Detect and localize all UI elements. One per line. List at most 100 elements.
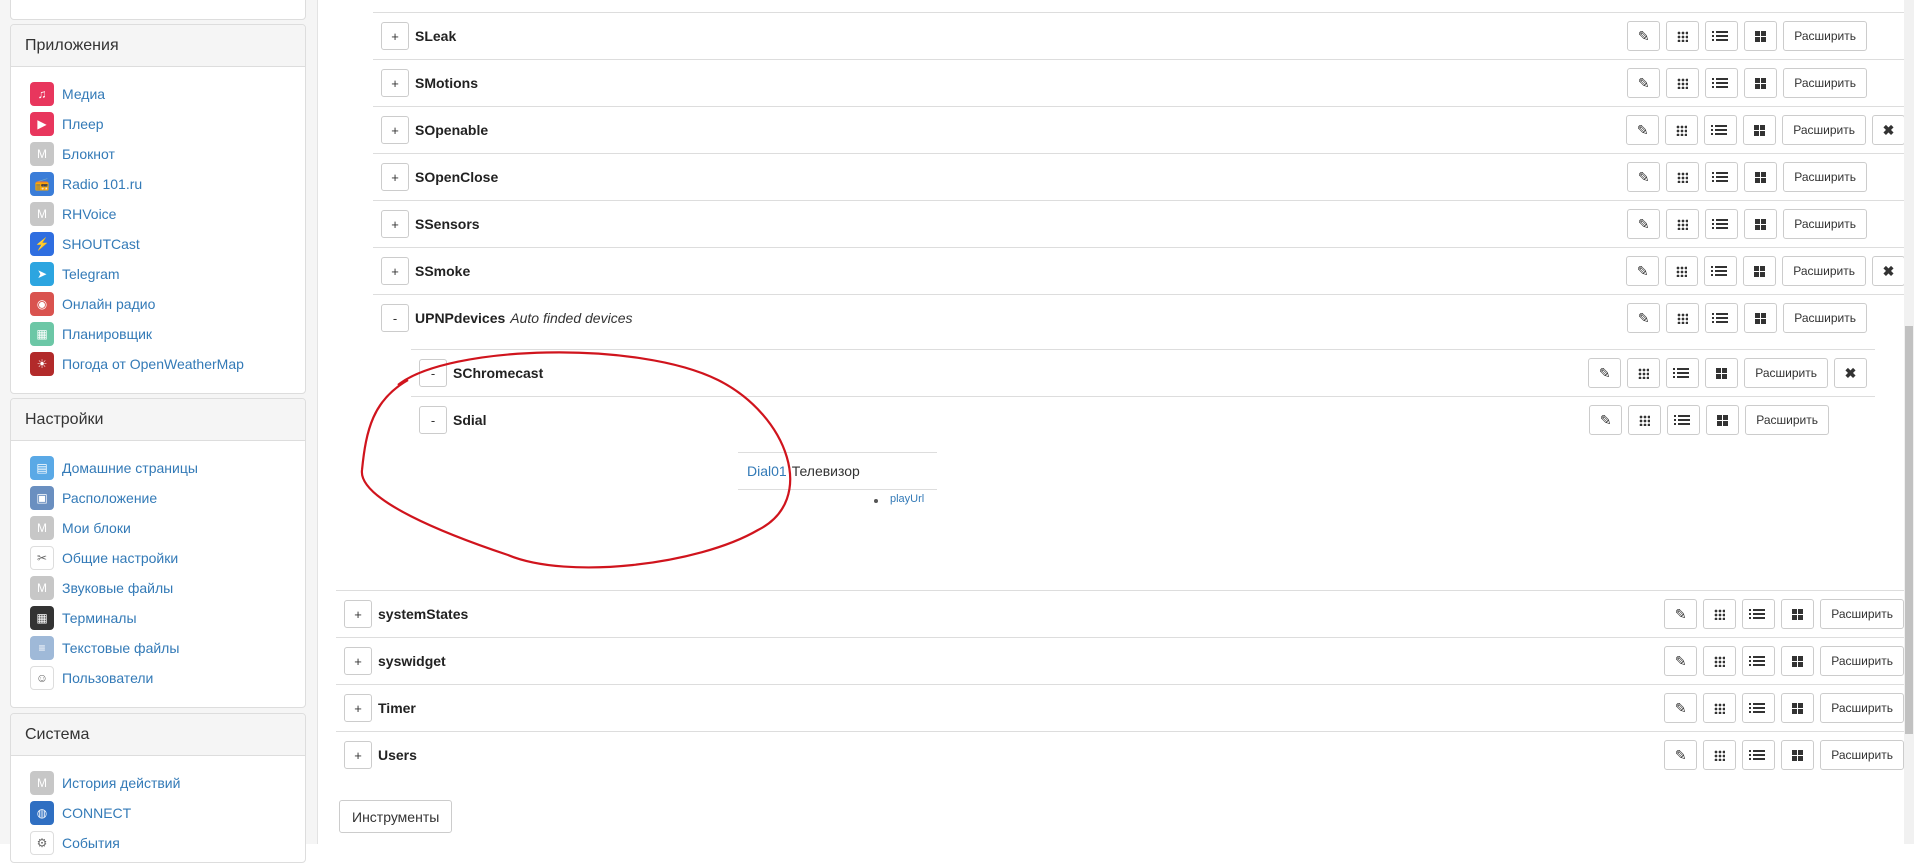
list-view-button[interactable] — [1742, 646, 1776, 676]
edit-button[interactable]: ✎ — [1626, 115, 1660, 145]
list-view-button[interactable] — [1742, 599, 1776, 629]
sidebar-item-system[interactable]: ◍ CONNECT — [11, 798, 305, 828]
expand-toggle-button[interactable]: + — [344, 647, 372, 675]
list-view-button[interactable] — [1705, 209, 1739, 239]
scrollbar-thumb[interactable] — [1905, 326, 1913, 734]
expand-button[interactable]: Расширить — [1783, 209, 1867, 239]
sidebar-item-label[interactable]: Radio 101.ru — [62, 176, 142, 192]
edit-button[interactable]: ✎ — [1664, 646, 1698, 676]
sidebar-item-settings[interactable]: M Звуковые файлы — [11, 573, 305, 603]
list-view-button[interactable] — [1667, 405, 1701, 435]
tiles-view-button[interactable] — [1744, 68, 1778, 98]
sidebar-item-label[interactable]: CONNECT — [62, 805, 131, 821]
sidebar-item-settings[interactable]: ▤ Домашние страницы — [11, 453, 305, 483]
grid-view-button[interactable] — [1627, 358, 1661, 388]
tiles-view-button[interactable] — [1743, 115, 1777, 145]
expand-toggle-button[interactable]: + — [381, 163, 409, 191]
grid-view-button[interactable] — [1628, 405, 1662, 435]
expand-toggle-button[interactable]: + — [381, 69, 409, 97]
expand-toggle-button[interactable]: + — [381, 210, 409, 238]
edit-button[interactable]: ✎ — [1627, 162, 1661, 192]
delete-button[interactable]: ✖ — [1872, 115, 1905, 145]
grid-view-button[interactable] — [1703, 740, 1737, 770]
delete-button[interactable]: ✖ — [1872, 256, 1905, 286]
sidebar-item-label[interactable]: Домашние страницы — [62, 460, 198, 476]
sidebar-item-label[interactable]: Расположение — [62, 490, 157, 506]
sidebar-item-apps[interactable]: M RHVoice — [11, 199, 305, 229]
expand-toggle-button[interactable]: + — [344, 694, 372, 722]
edit-button[interactable]: ✎ — [1664, 693, 1698, 723]
sidebar-item-apps[interactable]: 📻 Radio 101.ru — [11, 169, 305, 199]
sidebar-item-apps[interactable]: ➤ Telegram — [11, 259, 305, 289]
grid-view-button[interactable] — [1703, 693, 1737, 723]
tiles-view-button[interactable] — [1743, 256, 1777, 286]
sidebar-item-label[interactable]: Telegram — [62, 266, 120, 282]
expand-button[interactable]: Расширить — [1783, 21, 1867, 51]
expand-button[interactable]: Расширить — [1820, 740, 1904, 770]
expand-toggle-button[interactable]: + — [381, 257, 409, 285]
expand-toggle-button[interactable]: + — [344, 741, 372, 769]
tiles-view-button[interactable] — [1781, 740, 1815, 770]
sidebar-item-apps[interactable]: ☀ Погода от OpenWeatherMap — [11, 349, 305, 379]
sidebar-item-settings[interactable]: M Мои блоки — [11, 513, 305, 543]
sidebar-item-label[interactable]: Погода от OpenWeatherMap — [62, 356, 244, 372]
list-view-button[interactable] — [1742, 693, 1776, 723]
grid-view-button[interactable] — [1666, 68, 1700, 98]
list-view-button[interactable] — [1704, 115, 1738, 145]
tools-button[interactable]: Инструменты — [339, 800, 453, 833]
sidebar-item-label[interactable]: Планировщик — [62, 326, 152, 342]
expand-button[interactable]: Расширить — [1745, 405, 1829, 435]
sidebar-item-label[interactable]: Звуковые файлы — [62, 580, 173, 596]
tiles-view-button[interactable] — [1744, 303, 1778, 333]
collapse-toggle-button[interactable]: - — [381, 304, 409, 332]
list-view-button[interactable] — [1705, 21, 1739, 51]
sidebar-item-apps[interactable]: ▦ Планировщик — [11, 319, 305, 349]
sidebar-item-apps[interactable]: M Блокнот — [11, 139, 305, 169]
scrollbar[interactable] — [1904, 0, 1914, 844]
expand-button[interactable]: Расширить — [1783, 162, 1867, 192]
sidebar-item-label[interactable]: Блокнот — [62, 146, 115, 162]
grid-view-button[interactable] — [1666, 162, 1700, 192]
expand-button[interactable]: Расширить — [1820, 693, 1904, 723]
sidebar-item-label[interactable]: SHOUTCast — [62, 236, 140, 252]
sidebar-item-label[interactable]: Общие настройки — [62, 550, 178, 566]
list-view-button[interactable] — [1705, 68, 1739, 98]
expand-button[interactable]: Расширить — [1782, 115, 1866, 145]
tiles-view-button[interactable] — [1744, 162, 1778, 192]
sidebar-item-label[interactable]: Плеер — [62, 116, 104, 132]
sidebar-item-apps[interactable]: ⚡ SHOUTCast — [11, 229, 305, 259]
tiles-view-button[interactable] — [1706, 405, 1740, 435]
sidebar-item-label[interactable]: RHVoice — [62, 206, 116, 222]
edit-button[interactable]: ✎ — [1627, 303, 1661, 333]
tiles-view-button[interactable] — [1744, 209, 1778, 239]
tiles-view-button[interactable] — [1744, 21, 1778, 51]
edit-button[interactable]: ✎ — [1589, 405, 1623, 435]
sidebar-item-apps[interactable]: ♫ Медиа — [11, 79, 305, 109]
sidebar-item-label[interactable]: Онлайн радио — [62, 296, 155, 312]
sidebar-item-settings[interactable]: ▦ Терминалы — [11, 603, 305, 633]
sidebar-item-label[interactable]: История действий — [62, 775, 180, 791]
list-view-button[interactable] — [1704, 256, 1738, 286]
tiles-view-button[interactable] — [1781, 646, 1815, 676]
list-view-button[interactable] — [1705, 162, 1739, 192]
expand-toggle-button[interactable]: + — [381, 22, 409, 50]
sidebar-item-system[interactable]: ⚙ События — [11, 828, 305, 858]
tiles-view-button[interactable] — [1705, 358, 1739, 388]
tiles-view-button[interactable] — [1781, 599, 1815, 629]
expand-button[interactable]: Расширить — [1820, 599, 1904, 629]
grid-view-button[interactable] — [1703, 599, 1737, 629]
sidebar-item-apps[interactable]: ◉ Онлайн радио — [11, 289, 305, 319]
grid-view-button[interactable] — [1666, 209, 1700, 239]
grid-view-button[interactable] — [1666, 21, 1700, 51]
expand-button[interactable]: Расширить — [1820, 646, 1904, 676]
expand-button[interactable]: Расширить — [1782, 256, 1866, 286]
sidebar-item-settings[interactable]: ≡ Текстовые файлы — [11, 633, 305, 663]
sidebar-item-settings[interactable]: ☺ Пользователи — [11, 663, 305, 693]
sidebar-item-label[interactable]: События — [62, 835, 120, 851]
sidebar-item-label[interactable]: Терминалы — [62, 610, 137, 626]
sidebar-item-settings[interactable]: ▣ Расположение — [11, 483, 305, 513]
sidebar-item-settings[interactable]: ✂ Общие настройки — [11, 543, 305, 573]
expand-button[interactable]: Расширить — [1783, 68, 1867, 98]
expand-button[interactable]: Расширить — [1744, 358, 1828, 388]
grid-view-button[interactable] — [1665, 115, 1699, 145]
